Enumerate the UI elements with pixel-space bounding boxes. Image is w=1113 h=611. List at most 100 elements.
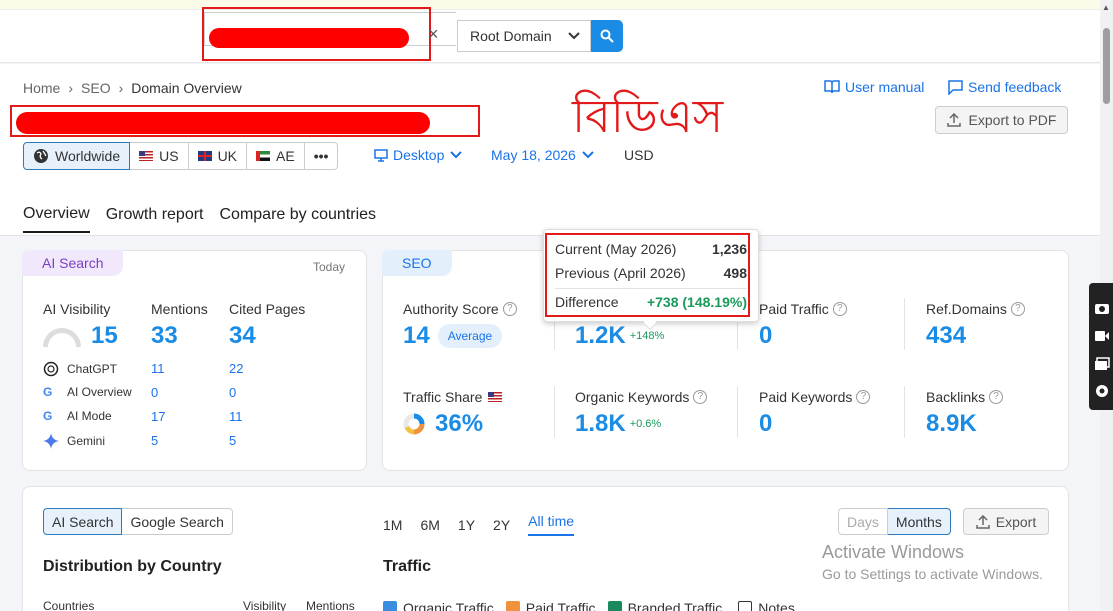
google-icon: G xyxy=(43,385,53,399)
organic-keywords: 1.8K +0.6% xyxy=(575,410,661,438)
gear-icon[interactable] xyxy=(1094,383,1110,399)
period-6m[interactable]: 6M xyxy=(420,517,439,533)
ai-row-mentions[interactable]: 5 xyxy=(151,433,158,448)
legend-branded-traffic[interactable]: Branded Traffic xyxy=(607,600,723,611)
tab-growth-report[interactable]: Growth report xyxy=(106,206,204,232)
ai-row-chatgpt: ChatGPT xyxy=(43,361,117,377)
notes-select[interactable]: Notes xyxy=(738,600,795,611)
user-manual-label: User manual xyxy=(845,79,925,95)
highlight-frame xyxy=(545,233,750,317)
organic-keywords-value[interactable]: 1.8K xyxy=(575,410,626,438)
camera-icon[interactable] xyxy=(1094,301,1110,315)
info-icon[interactable]: ? xyxy=(856,390,871,404)
organic-traffic-value[interactable]: 1.2K xyxy=(575,322,626,350)
scrollbar-thumb[interactable] xyxy=(1103,28,1110,104)
column-countries: Countries xyxy=(43,599,95,611)
uk-flag-icon xyxy=(197,151,212,161)
ai-row-gemini: Gemini xyxy=(43,433,105,449)
mentions-label: Mentions xyxy=(151,301,208,317)
traffic-legend: Organic Traffic Paid Traffic Branded Tra… xyxy=(383,600,795,611)
source-toggle: AI Search Google Search xyxy=(43,508,233,535)
scope-select[interactable]: Root Domain xyxy=(457,20,591,52)
device-select[interactable]: Desktop xyxy=(374,147,463,163)
date-label: May 18, 2026 xyxy=(491,147,576,163)
paid-keywords-label: Paid Keywords ? xyxy=(759,389,871,405)
video-icon[interactable] xyxy=(1094,329,1110,343)
us-flag-icon xyxy=(139,151,154,161)
scroll-up-icon[interactable]: ▲ xyxy=(1102,3,1110,12)
mentions-value[interactable]: 33 xyxy=(151,322,178,350)
traffic-share-text: Traffic Share xyxy=(403,389,483,405)
period-tabs: 1M 6M 1Y 2Y All time xyxy=(383,513,575,536)
region-selector: Worldwide US UK AE ••• xyxy=(23,142,339,170)
redaction-frame xyxy=(202,7,431,61)
days-toggle[interactable]: Days xyxy=(838,508,888,535)
paid-traffic-value[interactable]: 0 xyxy=(759,322,772,350)
period-1y[interactable]: 1Y xyxy=(458,517,475,533)
user-manual-link[interactable]: User manual xyxy=(824,79,924,95)
tab-overview[interactable]: Overview xyxy=(23,205,90,233)
export-pdf-label: Export to PDF xyxy=(968,112,1057,128)
legend-label: Branded Traffic xyxy=(627,600,723,611)
traffic-share-value[interactable]: 36% xyxy=(435,410,483,438)
ai-row-cited[interactable]: 22 xyxy=(229,361,243,376)
ai-visibility-value[interactable]: 15 xyxy=(91,322,118,350)
tab-compare-by-countries[interactable]: Compare by countries xyxy=(220,206,377,232)
ref-domains-label: Ref.Domains ? xyxy=(926,301,1025,317)
cited-pages-value[interactable]: 34 xyxy=(229,322,256,350)
region-us[interactable]: US xyxy=(130,142,189,170)
info-icon[interactable]: ? xyxy=(989,390,1004,404)
legend-paid-traffic[interactable]: Paid Traffic xyxy=(505,600,596,611)
checkbox-checked-icon xyxy=(383,601,397,611)
traffic-share: 36% xyxy=(403,410,483,438)
ai-row-mentions[interactable]: 11 xyxy=(151,361,165,376)
ai-row-ai-mode: G AI Mode xyxy=(43,409,112,423)
ref-domains-value[interactable]: 434 xyxy=(926,322,966,350)
backlinks-text: Backlinks xyxy=(926,389,986,405)
period-2y[interactable]: 2Y xyxy=(493,517,510,533)
seo-pill: SEO xyxy=(382,250,452,276)
activate-windows-subtext: Go to Settings to activate Windows. xyxy=(822,566,1043,582)
date-select[interactable]: May 18, 2026 xyxy=(491,147,594,163)
more-icon: ••• xyxy=(313,148,329,164)
export-pdf-button[interactable]: Export to PDF xyxy=(935,106,1068,134)
search-button[interactable] xyxy=(591,20,623,52)
region-uk[interactable]: UK xyxy=(188,142,248,170)
send-feedback-link[interactable]: Send feedback xyxy=(948,79,1061,95)
ai-row-mentions[interactable]: 0 xyxy=(151,385,158,400)
period-1m[interactable]: 1M xyxy=(383,517,402,533)
region-worldwide[interactable]: Worldwide xyxy=(23,142,131,170)
device-label: Desktop xyxy=(393,147,445,163)
chevron-down-icon xyxy=(450,151,463,159)
months-toggle[interactable]: Months xyxy=(887,508,951,535)
region-ae[interactable]: AE xyxy=(247,142,305,170)
clear-icon[interactable]: × xyxy=(428,24,439,45)
breadcrumb-home[interactable]: Home xyxy=(23,80,60,96)
ai-row-cited[interactable]: 11 xyxy=(229,409,243,424)
period-all-time[interactable]: All time xyxy=(528,513,575,536)
desktop-icon xyxy=(374,148,388,162)
ai-row-mentions[interactable]: 17 xyxy=(151,409,165,424)
legend-label: Paid Traffic xyxy=(525,600,596,611)
authority-score-value[interactable]: 14 xyxy=(403,322,430,350)
info-icon[interactable]: ? xyxy=(693,390,708,404)
globe-icon xyxy=(34,149,48,163)
ai-search-toggle[interactable]: AI Search xyxy=(43,508,123,535)
info-icon[interactable]: ? xyxy=(832,302,847,316)
more-regions-button[interactable]: ••• xyxy=(304,142,339,170)
paid-keywords-value[interactable]: 0 xyxy=(759,410,772,438)
checkbox-checked-icon xyxy=(505,601,520,611)
backlinks-value[interactable]: 8.9K xyxy=(926,410,977,438)
info-icon[interactable]: ? xyxy=(502,302,517,316)
ai-row-cited[interactable]: 5 xyxy=(229,433,236,448)
legend-organic-traffic[interactable]: Organic Traffic xyxy=(383,600,494,611)
breadcrumb-seo[interactable]: SEO xyxy=(81,80,111,96)
info-icon[interactable]: ? xyxy=(1010,302,1025,316)
region-label: AE xyxy=(276,148,295,164)
screens-icon[interactable] xyxy=(1094,357,1110,371)
export-button[interactable]: Export xyxy=(963,508,1049,535)
legend-label: Organic Traffic xyxy=(403,600,494,611)
breadcrumb-current: Domain Overview xyxy=(131,80,242,96)
google-search-toggle[interactable]: Google Search xyxy=(122,508,233,535)
ai-row-cited[interactable]: 0 xyxy=(229,385,236,400)
